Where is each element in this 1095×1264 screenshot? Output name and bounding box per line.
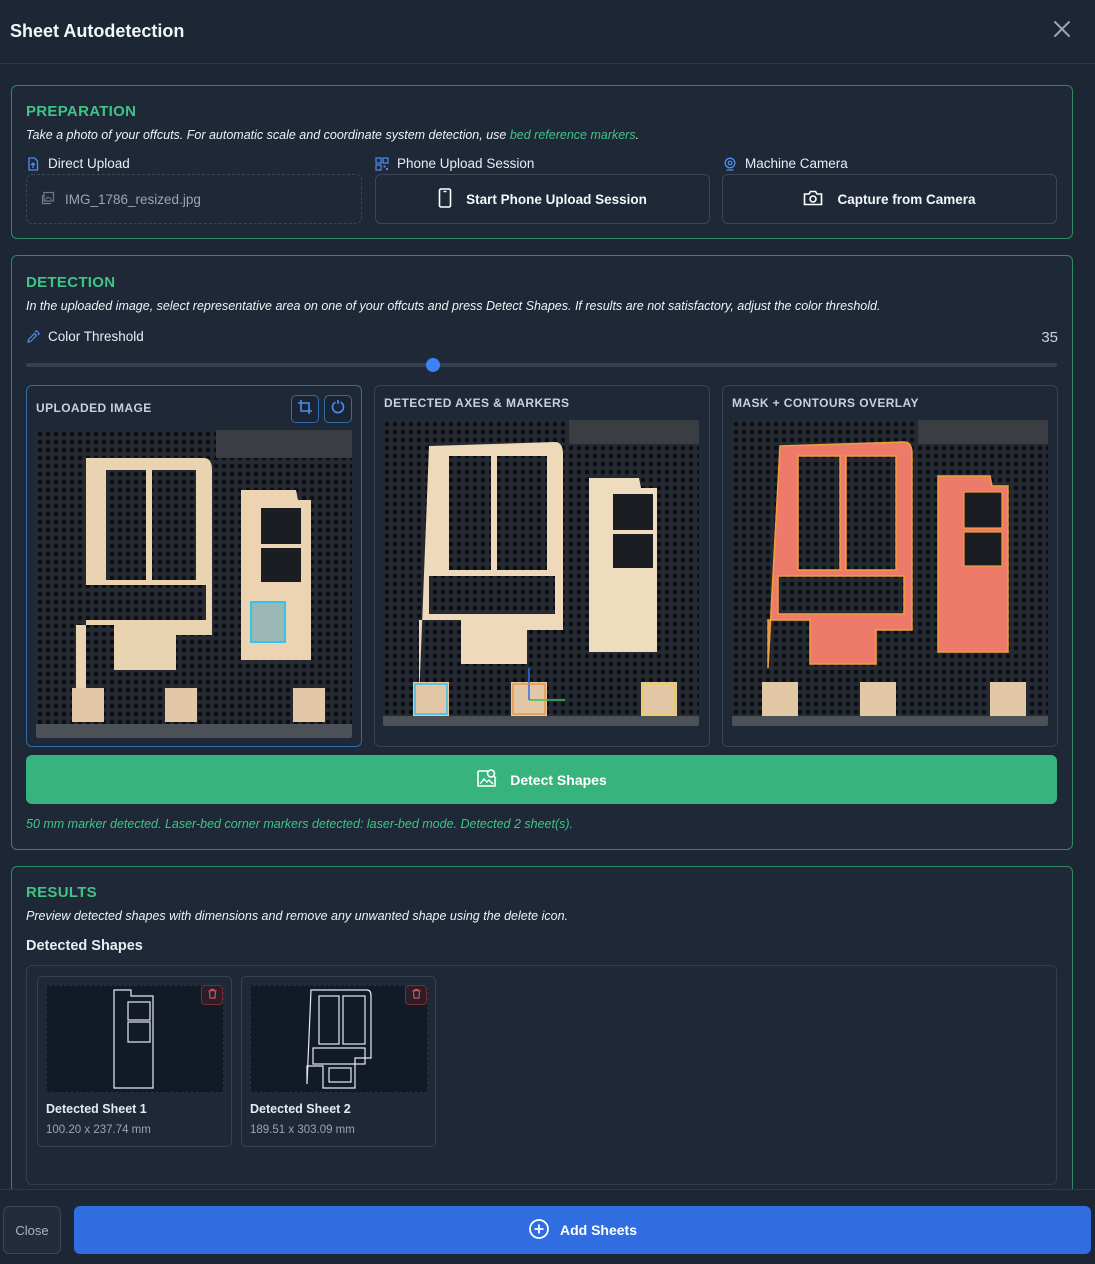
preparation-panel: PREPARATION Take a photo of your offcuts… xyxy=(11,85,1073,239)
uploaded-file-name: IMG_1786_resized.jpg xyxy=(65,191,201,207)
trash-icon xyxy=(411,986,422,1004)
detected-shapes-heading: Detected Shapes xyxy=(26,938,143,954)
mask-overlay-image xyxy=(732,420,1048,726)
direct-upload-dropzone[interactable]: IMG_1786_resized.jpg xyxy=(26,174,362,224)
plus-circle-icon xyxy=(528,1218,550,1243)
results-description: Preview detected shapes with dimensions … xyxy=(26,909,569,923)
axes-markers-title: DETECTED AXES & MARKERS xyxy=(384,396,570,410)
close-button[interactable]: Close xyxy=(3,1206,61,1254)
detection-status: 50 mm marker detected. Laser-bed corner … xyxy=(26,817,574,831)
detected-shapes-list: Detected Sheet 1 100.20 x 237.74 mm Dete… xyxy=(26,965,1057,1185)
file-upload-icon xyxy=(26,156,40,171)
delete-shape-button[interactable] xyxy=(201,985,223,1005)
shape-name: Detected Sheet 1 xyxy=(46,1102,147,1116)
shape-preview xyxy=(250,985,428,1093)
detect-shapes-button[interactable]: Detect Shapes xyxy=(26,755,1057,804)
bed-reference-markers-link[interactable]: bed reference markers xyxy=(510,128,636,142)
axes-markers-card: DETECTED AXES & MARKERS xyxy=(374,385,710,747)
mask-overlay-card: MASK + CONTOURS OVERLAY xyxy=(722,385,1058,747)
dialog-header: Sheet Autodetection xyxy=(0,0,1095,64)
phone-upload-label: Phone Upload Session xyxy=(375,156,534,171)
shape-dimensions: 189.51 x 303.09 mm xyxy=(250,1124,355,1136)
rotate-icon xyxy=(330,399,346,420)
trash-icon xyxy=(207,986,218,1004)
axes-markers-image xyxy=(383,420,699,726)
direct-upload-label: Direct Upload xyxy=(26,156,130,171)
shape-card[interactable]: Detected Sheet 2 189.51 x 303.09 mm xyxy=(241,976,436,1147)
shape-dimensions: 100.20 x 237.74 mm xyxy=(46,1124,151,1136)
reset-button[interactable] xyxy=(324,395,352,423)
dialog-title: Sheet Autodetection xyxy=(10,21,185,41)
color-threshold-label: Color Threshold xyxy=(26,329,144,344)
results-panel: RESULTS Preview detected shapes with dim… xyxy=(11,866,1073,1206)
uploaded-image-card: UPLOADED IMAGE xyxy=(26,385,362,747)
qr-code-icon xyxy=(375,156,389,171)
shape-card[interactable]: Detected Sheet 1 100.20 x 237.74 mm xyxy=(37,976,232,1147)
dialog-footer: Close Add Sheets xyxy=(0,1189,1095,1264)
add-sheets-button[interactable]: Add Sheets xyxy=(74,1206,1091,1254)
preparation-title: PREPARATION xyxy=(26,103,137,120)
uploaded-image-title: UPLOADED IMAGE xyxy=(36,401,152,415)
preparation-description: Take a photo of your offcuts. For automa… xyxy=(26,128,640,142)
image-search-icon xyxy=(476,768,498,791)
eyedropper-icon xyxy=(26,329,41,344)
detection-panel: DETECTION In the uploaded image, select … xyxy=(11,255,1073,850)
detection-title: DETECTION xyxy=(26,274,116,291)
crop-button[interactable] xyxy=(291,395,319,423)
color-threshold-value: 35 xyxy=(1041,329,1058,346)
shape-preview xyxy=(46,985,224,1093)
detection-description: In the uploaded image, select representa… xyxy=(26,299,881,313)
start-phone-upload-button[interactable]: Start Phone Upload Session xyxy=(375,174,710,224)
color-threshold-slider[interactable] xyxy=(26,358,1057,372)
crop-icon xyxy=(297,399,313,420)
capture-from-camera-button[interactable]: Capture from Camera xyxy=(722,174,1057,224)
uploaded-photo[interactable] xyxy=(36,430,352,738)
results-title: RESULTS xyxy=(26,884,97,901)
shape-name: Detected Sheet 2 xyxy=(250,1102,351,1116)
phone-icon xyxy=(438,187,452,211)
camera-icon xyxy=(803,190,823,209)
mask-overlay-title: MASK + CONTOURS OVERLAY xyxy=(732,396,919,410)
slider-fill xyxy=(26,363,434,367)
machine-camera-label: Machine Camera xyxy=(723,156,848,171)
image-file-icon xyxy=(41,191,55,208)
delete-shape-button[interactable] xyxy=(405,985,427,1005)
slider-thumb[interactable] xyxy=(426,358,441,372)
close-icon[interactable] xyxy=(1051,18,1073,40)
webcam-icon xyxy=(723,157,737,171)
